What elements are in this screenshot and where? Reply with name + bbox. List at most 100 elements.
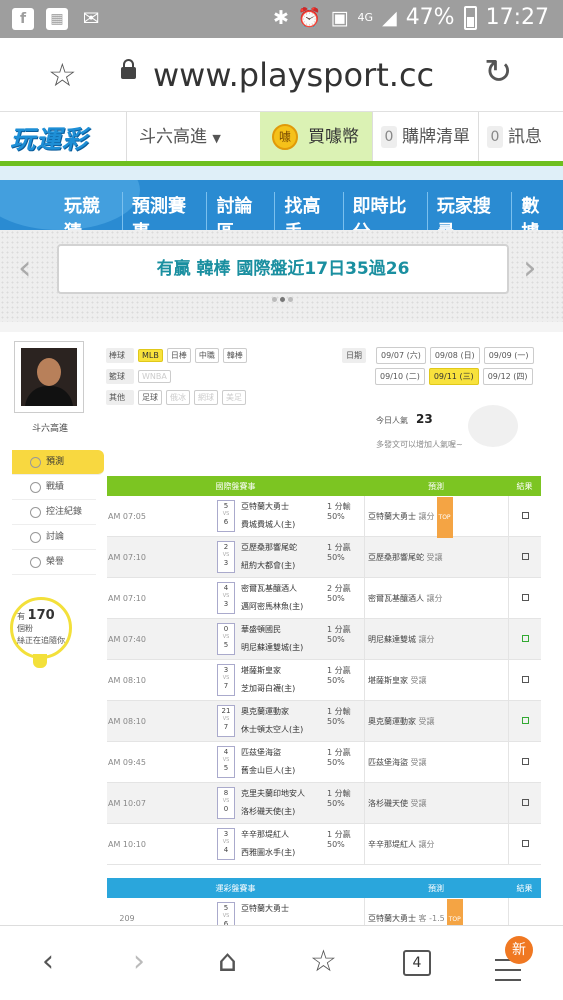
news-banner[interactable]: 有贏 韓棒 國際盤近17日35過26 bbox=[57, 244, 509, 294]
date-button[interactable]: 09/07 (六) bbox=[376, 347, 426, 364]
header-result: 結果 bbox=[516, 481, 533, 491]
result-icon[interactable] bbox=[521, 799, 529, 806]
cart-button[interactable]: 0 購牌清單 bbox=[372, 112, 478, 162]
away-team[interactable]: 密爾瓦基釀酒人 bbox=[241, 583, 297, 594]
date-button[interactable]: 09/11 (三) bbox=[428, 368, 479, 385]
nav-item[interactable]: 討論區 bbox=[207, 192, 276, 230]
nav-item[interactable]: 數據 bbox=[512, 192, 563, 230]
table-header: 國際盤賽事 預測 結果 bbox=[107, 476, 541, 496]
result-icon[interactable] bbox=[521, 717, 529, 724]
pick-cell: 洛杉磯天使 受讓 bbox=[364, 783, 508, 823]
nav-item[interactable]: 玩家搜尋 bbox=[428, 192, 513, 230]
site-logo[interactable]: 玩運彩 bbox=[10, 120, 88, 156]
result-icon[interactable] bbox=[521, 553, 529, 560]
home-team[interactable]: 西雅圖水手(主) bbox=[241, 847, 295, 858]
home-team[interactable]: 休士頓太空人(主) bbox=[241, 724, 303, 735]
away-team[interactable]: 亞特蘭大勇士 bbox=[241, 501, 289, 512]
lock-icon[interactable] bbox=[121, 59, 136, 79]
away-team[interactable]: 克里夫蘭印地安人 bbox=[241, 788, 305, 799]
away-score: 4 bbox=[223, 584, 229, 592]
dot[interactable] bbox=[288, 297, 293, 302]
table-row[interactable]: AM 09:45 4 VS 5 匹茲堡海盜 舊金山巨人(主) 1 分贏50% 匹茲堡海盜 受讓 bbox=[107, 742, 541, 783]
date-button[interactable]: 09/09 (一) bbox=[483, 347, 534, 364]
table-row[interactable]: AM 08:10 21 VS 7 奧克蘭運動家 休士頓太空人(主) 1 分輸50% 奧克蘭運動… bbox=[107, 701, 541, 742]
home-score: 3 bbox=[223, 559, 229, 567]
avatar[interactable] bbox=[14, 341, 84, 413]
followers-bulb: 有 170 個粉 絲正在追隨你 bbox=[10, 597, 72, 668]
table-row[interactable]: AM 07:40 0 VS 5 華盛頓國民 明尼蘇達雙城(主) 1 分贏50% 明尼蘇達雙城 … bbox=[107, 619, 541, 660]
tabs-button[interactable]: 4 bbox=[403, 950, 431, 976]
bookmarks-star-icon[interactable]: ☆ bbox=[310, 944, 337, 979]
home-team[interactable]: 芝加哥白襪(主) bbox=[241, 683, 295, 694]
away-team[interactable]: 匹茲堡海盜 bbox=[241, 747, 281, 758]
away-team[interactable]: 奧克蘭運動家 bbox=[241, 706, 289, 717]
result-icon[interactable] bbox=[521, 758, 529, 765]
result-icon[interactable] bbox=[521, 840, 529, 847]
reload-icon[interactable]: ↻ bbox=[484, 52, 513, 92]
nav-item[interactable]: 即時比分 bbox=[344, 192, 428, 230]
table-row[interactable]: AM 10:10 3 VS 4 辛辛那堤紅人 西雅圖水手(主) 1 分贏50% 辛辛那堤紅人 … bbox=[107, 824, 541, 865]
filter-button[interactable]: MLB bbox=[138, 349, 163, 362]
dot[interactable] bbox=[272, 297, 277, 302]
nav-item[interactable]: 找高手 bbox=[275, 192, 344, 230]
home-team[interactable]: 邁阿密馬林魚(主) bbox=[241, 601, 303, 612]
away-team[interactable]: 亞特蘭大勇士 bbox=[241, 903, 289, 914]
home-icon[interactable]: ⌂ bbox=[218, 944, 237, 979]
date-button[interactable]: 09/10 (二) bbox=[375, 368, 425, 385]
home-team[interactable]: 費城費城人(主) bbox=[241, 519, 295, 530]
filter-button[interactable]: 俄冰 bbox=[166, 390, 190, 405]
filter-button[interactable]: 韓棒 bbox=[222, 348, 247, 363]
side-item[interactable]: 控注紀錄 bbox=[12, 500, 96, 525]
buy-coin-button[interactable]: 噱 買噱幣 bbox=[260, 112, 372, 162]
date-button[interactable]: 09/12 (四) bbox=[482, 368, 533, 385]
away-team[interactable]: 亞歷桑那響尾蛇 bbox=[241, 542, 297, 553]
network-type: 4G bbox=[357, 11, 374, 24]
url-text[interactable]: www.playsport.cc bbox=[153, 56, 434, 94]
matchup: 5 VS 6 亞特蘭大勇士 費城費城人(主) 1 分輸50% bbox=[147, 496, 364, 536]
home-team[interactable]: 舊金山巨人(主) bbox=[241, 765, 295, 776]
result-icon[interactable] bbox=[521, 635, 529, 642]
home-team[interactable]: 紐約大都會(主) bbox=[241, 560, 295, 571]
nav-item[interactable]: 預測賽事 bbox=[123, 192, 208, 230]
main-nav: 玩競猜預測賽事討論區找高手即時比分玩家搜尋數據 bbox=[0, 180, 563, 230]
side-item[interactable]: 榮譽 bbox=[12, 550, 96, 575]
side-item[interactable]: 討論 bbox=[12, 525, 96, 550]
new-badge[interactable]: 新 bbox=[505, 936, 533, 964]
filter-button[interactable]: 日棒 bbox=[166, 348, 191, 363]
home-team[interactable]: 洛杉磯天使(主) bbox=[241, 806, 295, 817]
away-team[interactable]: 辛辛那堤紅人 bbox=[241, 829, 289, 840]
table-row[interactable]: AM 10:07 8 VS 0 克里夫蘭印地安人 洛杉磯天使(主) 1 分輸50% 洛杉磯天使… bbox=[107, 783, 541, 824]
nav-item[interactable]: 玩競猜 bbox=[55, 192, 124, 230]
forward-icon[interactable]: › bbox=[133, 944, 145, 979]
home-team[interactable]: 明尼蘇達雙城(主) bbox=[241, 642, 303, 653]
date-button[interactable]: 09/08 (日) bbox=[429, 347, 480, 364]
table-row[interactable]: AM 07:10 2 VS 3 亞歷桑那響尾蛇 紐約大都會(主) 1 分贏50% 亞歷桑那響尾… bbox=[107, 537, 541, 578]
result-icon[interactable] bbox=[521, 512, 529, 519]
bookmark-star-icon[interactable]: ☆ bbox=[48, 56, 77, 94]
side-item-icon bbox=[30, 482, 41, 493]
back-icon[interactable]: ‹ bbox=[42, 944, 54, 979]
result-cell bbox=[508, 578, 541, 618]
filter-button[interactable]: WNBA bbox=[138, 370, 171, 383]
banner-prev-arrow-icon[interactable]: ‹ bbox=[18, 248, 32, 288]
result-icon[interactable] bbox=[521, 594, 529, 601]
side-item[interactable]: 戰績 bbox=[12, 475, 96, 500]
table-row[interactable]: AM 08:10 3 VS 7 堪薩斯皇家 芝加哥白襪(主) 1 分贏50% 堪薩斯皇家 受讓 bbox=[107, 660, 541, 701]
score-box: 2 VS 3 bbox=[217, 541, 235, 573]
status-bar: f ▦ ✉ ✱ ⏰ ▣ 4G ◢ 47% 17:27 bbox=[0, 0, 563, 38]
away-team[interactable]: 堪薩斯皇家 bbox=[241, 665, 281, 676]
dot-active[interactable] bbox=[280, 297, 285, 302]
follower-count: 170 bbox=[27, 608, 55, 623]
filter-button[interactable]: 網球 bbox=[194, 390, 218, 405]
banner-next-arrow-icon[interactable]: › bbox=[523, 248, 537, 288]
filter-button[interactable]: 美足 bbox=[222, 390, 246, 405]
table-row[interactable]: AM 07:10 4 VS 3 密爾瓦基釀酒人 邁阿密馬林魚(主) 2 分贏50% 密爾瓦基釀… bbox=[107, 578, 541, 619]
side-item[interactable]: 預測 bbox=[12, 450, 104, 475]
messages-button[interactable]: 0 訊息 bbox=[478, 112, 563, 162]
filter-button[interactable]: 足球 bbox=[138, 390, 162, 405]
table-row[interactable]: AM 07:05 5 VS 6 亞特蘭大勇士 費城費城人(主) 1 分輸50% 亞特蘭大勇士 … bbox=[107, 496, 541, 538]
user-menu[interactable]: 斗六高進 ▼ bbox=[126, 112, 260, 162]
filter-button[interactable]: 中職 bbox=[194, 348, 219, 363]
away-team[interactable]: 華盛頓國民 bbox=[241, 624, 281, 635]
result-icon[interactable] bbox=[521, 676, 529, 683]
